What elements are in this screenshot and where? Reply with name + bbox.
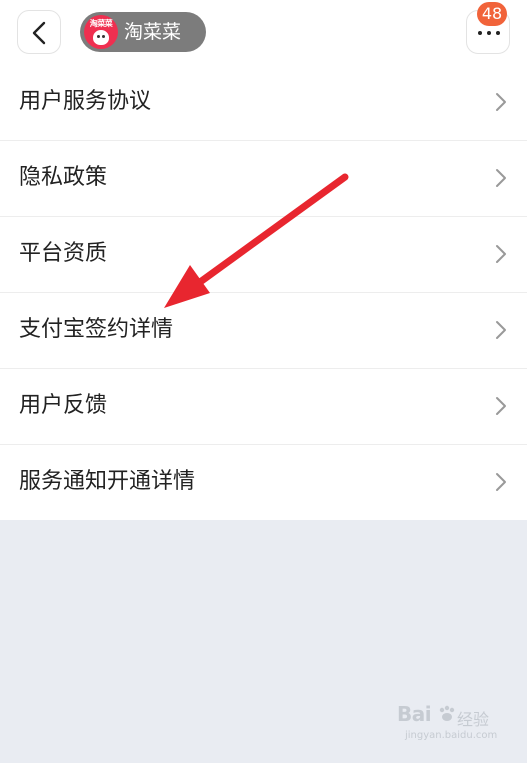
mini-app-logo-text: 淘菜菜 [89,19,113,28]
baidu-watermark: Bai 经验 jingyan.baidu.com [395,700,505,750]
menu-item-label: 平台资质 [19,241,108,266]
menu-item-label: 用户反馈 [19,393,108,418]
more-dots-icon [478,31,500,35]
menu-item-alipay-contract[interactable]: 支付宝签约详情 [0,292,527,368]
chevron-right-icon [496,397,506,415]
mini-app-pill[interactable]: 淘菜菜 淘菜菜 [80,12,206,52]
notification-badge: 48 [477,2,507,26]
menu-item-label: 支付宝签约详情 [19,317,174,342]
chevron-left-icon [32,21,46,45]
watermark-brand: Bai [397,702,432,726]
menu-item-user-feedback[interactable]: 用户反馈 [0,368,527,444]
chevron-right-icon [496,321,506,339]
watermark-url: jingyan.baidu.com [405,730,498,741]
top-bar: 淘菜菜 淘菜菜 48 [0,0,527,64]
watermark-suffix: 经验 [457,710,490,729]
menu-item-privacy-policy[interactable]: 隐私政策 [0,140,527,216]
menu-item-label: 隐私政策 [19,165,108,190]
mascot-icon [93,30,109,45]
menu-item-platform-qualification[interactable]: 平台资质 [0,216,527,292]
mini-app-name: 淘菜菜 [124,21,182,43]
settings-menu: 用户服务协议 隐私政策 平台资质 支付宝签约详情 用户反馈 服务通知开通详情 [0,64,527,520]
back-button[interactable] [17,10,61,54]
chevron-right-icon [496,245,506,263]
chevron-right-icon [496,93,506,111]
menu-item-service-notification[interactable]: 服务通知开通详情 [0,444,527,520]
chevron-right-icon [496,473,506,491]
mini-app-logo: 淘菜菜 [84,15,118,49]
chevron-right-icon [496,169,506,187]
menu-item-user-agreement[interactable]: 用户服务协议 [0,64,527,140]
menu-item-label: 用户服务协议 [19,89,152,114]
menu-item-label: 服务通知开通详情 [19,469,196,494]
paw-icon [439,705,455,721]
